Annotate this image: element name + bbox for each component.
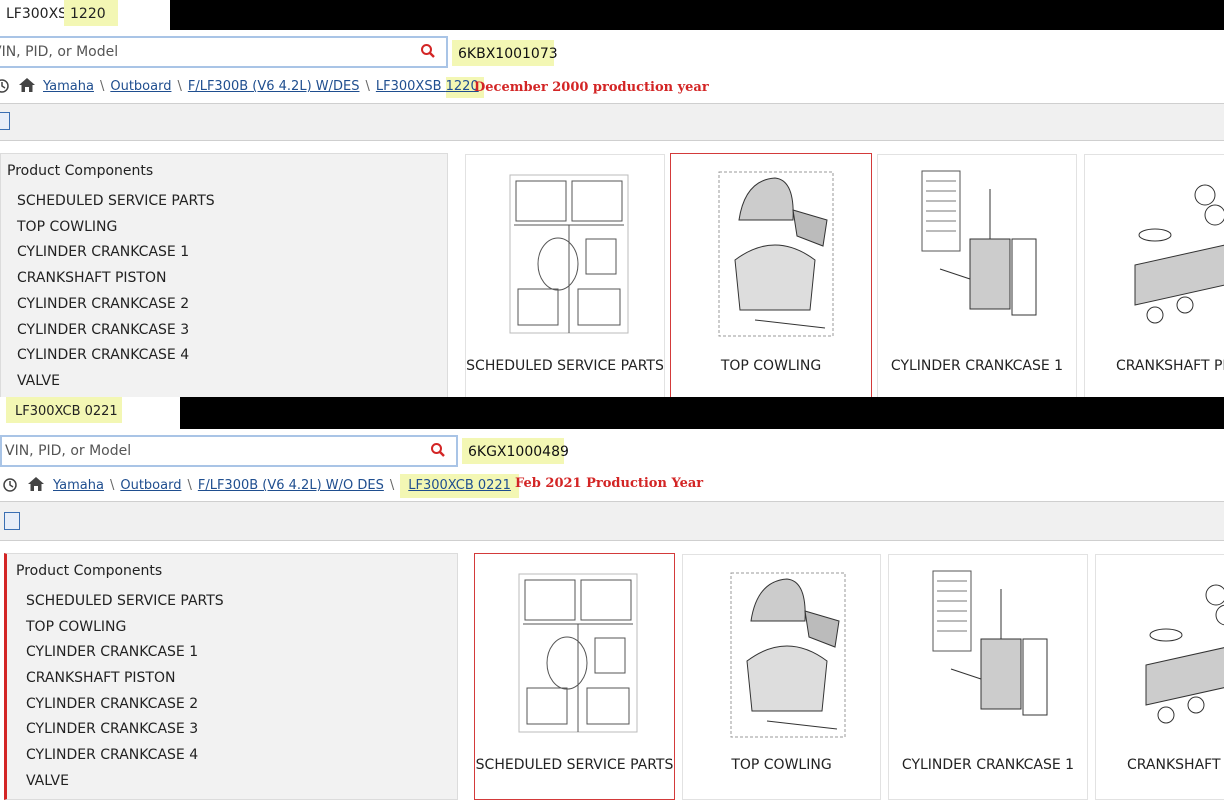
- sidebar-item[interactable]: CYLINDER CRANKCASE 4: [17, 347, 189, 363]
- breadcrumb-model-prefix: LF300XSB: [375, 79, 446, 94]
- breadcrumb-model[interactable]: LF300XCB 0221: [400, 474, 519, 498]
- breadcrumb-outboard[interactable]: Outboard: [120, 478, 181, 493]
- component-card[interactable]: CYLINDER CRANKCASE 1: [877, 154, 1077, 398]
- sidebar-item[interactable]: CYLINDER CRANKCASE 4: [26, 747, 198, 763]
- component-card[interactable]: CYLINDER CRANKCASE 1: [888, 554, 1088, 800]
- card-label: SCHEDULED SERVICE PARTS: [475, 757, 674, 773]
- production-note: December 2000 production year: [474, 80, 709, 95]
- model-title-tab: LF300XSB 1220: [0, 0, 170, 30]
- sidebar-item[interactable]: CYLINDER CRANKCASE 3: [17, 322, 189, 338]
- breadcrumb-series[interactable]: F/LF300B (V6 4.2L) W/DES: [188, 79, 360, 94]
- breadcrumb-outboard[interactable]: Outboard: [110, 79, 171, 94]
- sidebar-item[interactable]: VALVE: [26, 773, 69, 789]
- sidebar-title: Product Components: [16, 563, 163, 579]
- component-card-selected[interactable]: TOP COWLING: [670, 153, 872, 398]
- card-label: CRANKSHAFT PISTON: [1116, 358, 1224, 374]
- crankcase-diagram-thumbnail: [932, 570, 1048, 716]
- history-icon[interactable]: [0, 78, 10, 94]
- search-input[interactable]: VIN, PID, or Model: [0, 36, 448, 68]
- card-label: CYLINDER CRANKCASE 1: [890, 358, 1064, 374]
- sidebar-item[interactable]: VALVE: [17, 373, 60, 389]
- parts-diagram-thumbnail: [509, 174, 629, 334]
- card-label: CRANKSHAFT PISTON: [1127, 757, 1224, 773]
- sidebar-item[interactable]: CYLINDER CRANKCASE 2: [26, 696, 198, 712]
- model-title-code: 1220: [64, 0, 118, 26]
- component-card[interactable]: TOP COWLING: [682, 554, 881, 800]
- sidebar-item[interactable]: CRANKSHAFT PISTON: [17, 270, 166, 286]
- search-placeholder: VIN, PID, or Model: [0, 44, 119, 60]
- cowling-diagram-thumbnail: [718, 171, 834, 337]
- vin-label: 6KBX1001073: [452, 40, 558, 66]
- production-note: Feb 2021 Production Year: [515, 476, 704, 491]
- redaction-bar: [180, 397, 1224, 429]
- sidebar-item[interactable]: CRANKSHAFT PISTON: [26, 670, 175, 686]
- history-icon[interactable]: [2, 477, 18, 493]
- breadcrumb-separator: \: [187, 478, 192, 493]
- component-card[interactable]: CRANKSHAFT PISTON: [1084, 154, 1224, 398]
- component-card-selected[interactable]: SCHEDULED SERVICE PARTS: [474, 553, 675, 800]
- breadcrumb-separator: \: [109, 478, 115, 493]
- breadcrumb-model[interactable]: LF300XSB 1220: [376, 77, 484, 98]
- home-icon[interactable]: [27, 476, 45, 492]
- card-label: TOP COWLING: [731, 757, 832, 773]
- sidebar-item[interactable]: CYLINDER CRANKCASE 1: [17, 244, 189, 260]
- breadcrumb: Yamaha \ Outboard \ F/LF300B (V6 4.2L) W/O D…: [53, 474, 519, 498]
- search-placeholder: VIN, PID, or Model: [5, 443, 132, 459]
- sidebar-item[interactable]: SCHEDULED SERVICE PARTS: [17, 193, 215, 209]
- components-sidebar: Product Components SCHEDULED SERVICE PAR…: [0, 153, 448, 398]
- card-label: TOP COWLING: [720, 358, 822, 374]
- list-view-icon[interactable]: [4, 512, 20, 530]
- cowling-diagram-thumbnail: [730, 572, 846, 738]
- sidebar-item[interactable]: CYLINDER CRANKCASE 3: [26, 721, 198, 737]
- home-icon[interactable]: [18, 77, 36, 93]
- list-view-icon[interactable]: [0, 112, 10, 130]
- sidebar-item[interactable]: CYLINDER CRANKCASE 1: [26, 644, 198, 660]
- search-icon[interactable]: [420, 43, 436, 59]
- sidebar-item[interactable]: TOP COWLING: [26, 619, 126, 635]
- sidebar-item[interactable]: CYLINDER CRANKCASE 2: [17, 296, 189, 312]
- breadcrumb-separator: \: [99, 79, 105, 94]
- sidebar-item[interactable]: TOP COWLING: [17, 219, 117, 235]
- component-card[interactable]: CRANKSHAFT PISTON: [1095, 554, 1224, 800]
- breadcrumb-yamaha[interactable]: Yamaha: [53, 478, 104, 493]
- sidebar-item[interactable]: SCHEDULED SERVICE PARTS: [26, 593, 224, 609]
- vin-label: 6KGX1000489: [462, 438, 569, 464]
- breadcrumb-series[interactable]: F/LF300B (V6 4.2L) W/O DES: [198, 478, 384, 493]
- crankshaft-diagram-thumbnail: [1145, 584, 1224, 724]
- redaction-bar: [170, 0, 1224, 30]
- breadcrumb: Yamaha \ Outboard \ F/LF300B (V6 4.2L) W/DES…: [43, 77, 484, 98]
- crankshaft-diagram-thumbnail: [1134, 184, 1224, 324]
- sidebar-title: Product Components: [7, 163, 154, 179]
- card-label: CYLINDER CRANKCASE 1: [901, 757, 1075, 773]
- toolbar: [0, 104, 1224, 141]
- breadcrumb-separator: \: [389, 478, 395, 493]
- components-sidebar: Product Components SCHEDULED SERVICE PAR…: [4, 553, 458, 800]
- crankcase-diagram-thumbnail: [921, 170, 1037, 316]
- card-label: SCHEDULED SERVICE PARTS: [466, 358, 664, 374]
- model-title: LF300XCB 0221: [6, 397, 122, 423]
- search-icon[interactable]: [430, 442, 446, 458]
- toolbar: [0, 502, 1224, 541]
- search-input[interactable]: VIN, PID, or Model: [0, 435, 458, 467]
- breadcrumb-separator: \: [177, 79, 182, 94]
- breadcrumb-separator: \: [365, 79, 370, 94]
- parts-diagram-thumbnail: [518, 573, 638, 733]
- component-card[interactable]: SCHEDULED SERVICE PARTS: [465, 154, 665, 398]
- breadcrumb-yamaha[interactable]: Yamaha: [43, 79, 94, 94]
